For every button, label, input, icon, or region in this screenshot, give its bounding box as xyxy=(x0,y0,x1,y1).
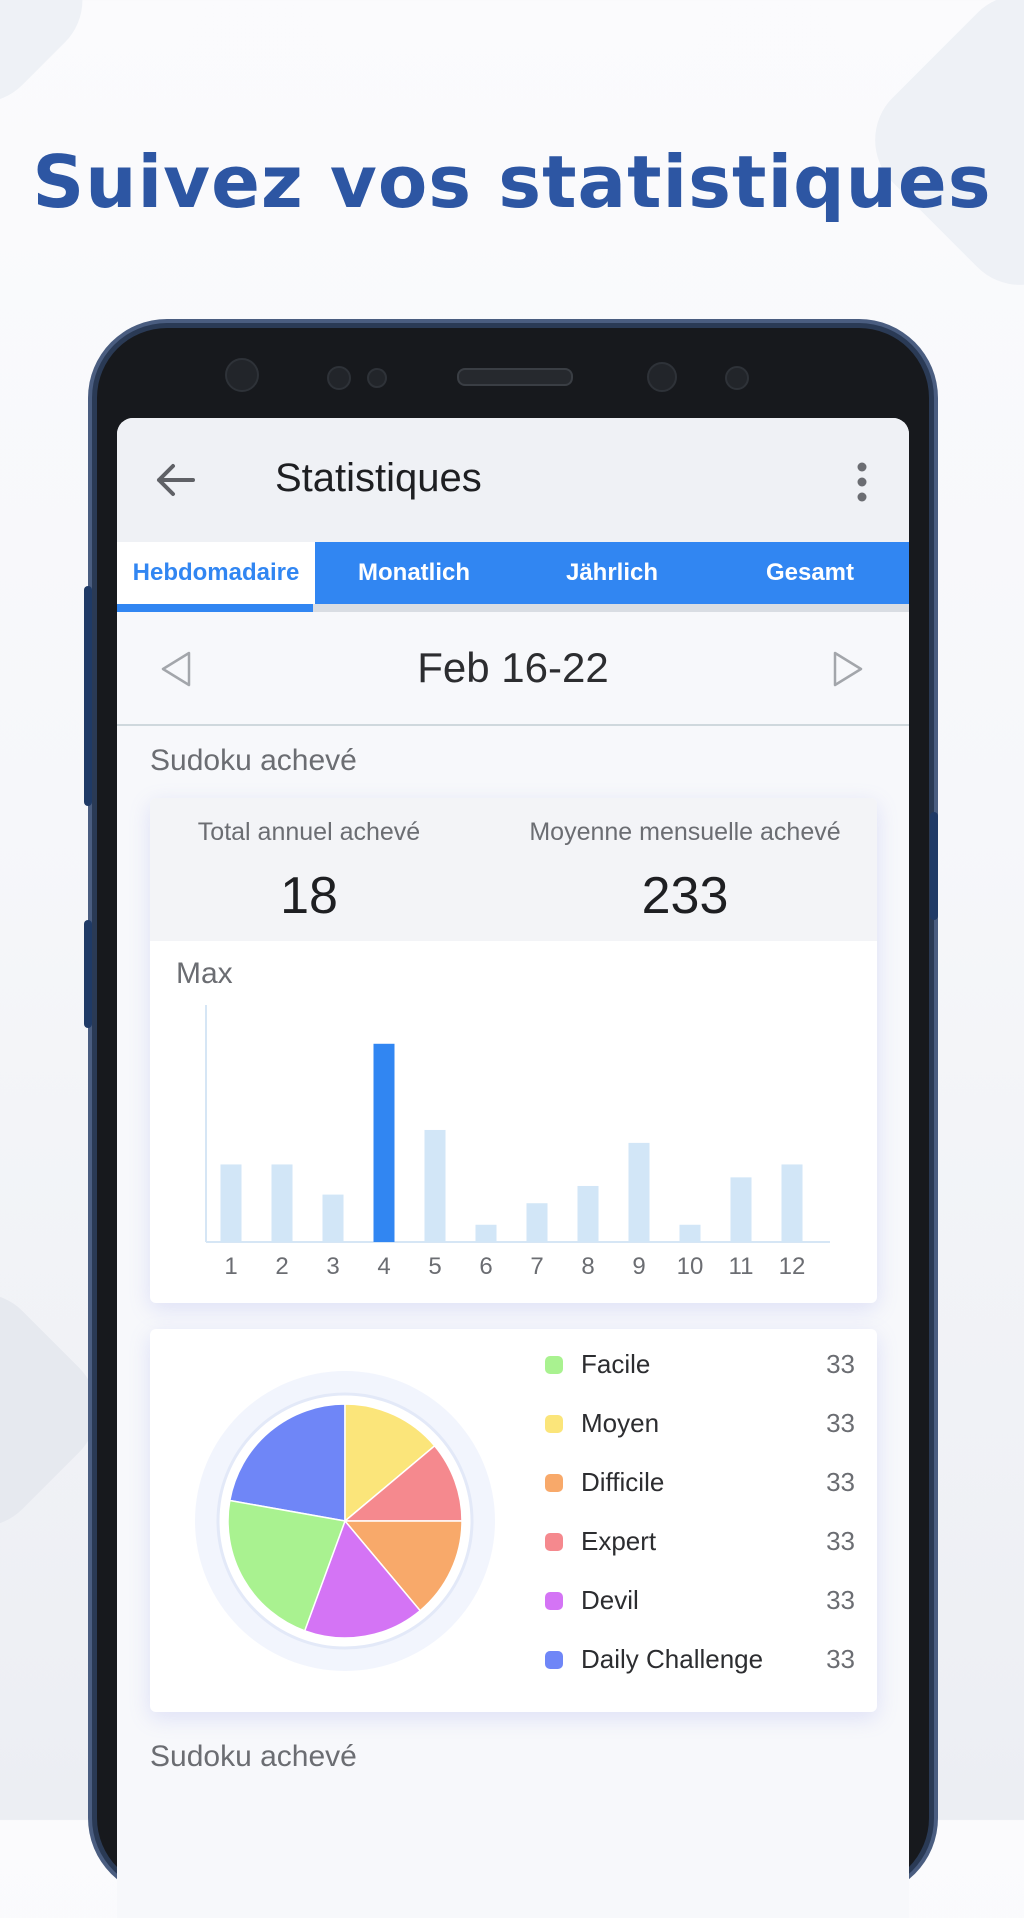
x-tick-label: 4 xyxy=(377,1253,390,1280)
tab-yearly[interactable]: Jährlich xyxy=(513,542,711,604)
pie-chart xyxy=(195,1371,495,1671)
bar-3 xyxy=(322,1194,344,1242)
x-tick-label: 9 xyxy=(632,1253,645,1280)
legend-item: Difficile 33 xyxy=(545,1465,855,1505)
bar-6 xyxy=(475,1224,497,1242)
x-tick-label: 6 xyxy=(479,1253,492,1280)
phone-sensor xyxy=(327,366,351,390)
legend-item: Daily Challenge 33 xyxy=(545,1642,855,1682)
phone-camera xyxy=(225,358,259,392)
legend-swatch xyxy=(545,1651,563,1669)
page-title: Statistiques xyxy=(275,456,482,500)
legend-swatch xyxy=(545,1356,563,1374)
phone-sensor xyxy=(367,368,387,388)
x-tick-label: 12 xyxy=(779,1253,806,1280)
legend-item: Devil 33 xyxy=(545,1583,855,1623)
x-tick-label: 11 xyxy=(729,1253,754,1280)
tab-weekly[interactable]: Hebdomadaire xyxy=(117,542,315,604)
phone-side-button xyxy=(930,812,938,920)
legend-swatch xyxy=(545,1415,563,1433)
phone-side-button xyxy=(84,586,92,806)
phone-frame: Statistiques Hebdomadaire Monatlich Jähr… xyxy=(84,328,938,1918)
phone-side-button xyxy=(84,920,92,1028)
section-title: Sudoku achevé xyxy=(150,744,357,777)
legend-label: Daily Challenge xyxy=(581,1644,764,1674)
bar-5 xyxy=(424,1129,446,1242)
legend-label: Expert xyxy=(581,1526,657,1556)
bar-7 xyxy=(526,1203,548,1242)
legend-item: Moyen 33 xyxy=(545,1406,855,1446)
x-tick-label: 10 xyxy=(677,1253,704,1280)
x-tick-label: 7 xyxy=(530,1253,543,1280)
bar-12 xyxy=(781,1164,803,1242)
active-tab-indicator xyxy=(117,604,313,612)
legend-label: Devil xyxy=(581,1585,639,1615)
back-arrow-icon[interactable] xyxy=(153,458,197,502)
legend-swatch xyxy=(545,1474,563,1492)
headline: Suivez vos statistiques xyxy=(32,140,992,224)
legend-item: Expert 33 xyxy=(545,1524,855,1564)
tab-monthly[interactable]: Monatlich xyxy=(315,542,513,604)
period-tabs: Hebdomadaire Monatlich Jährlich Gesamt xyxy=(117,542,909,604)
bar-10 xyxy=(679,1224,701,1242)
legend-value: 33 xyxy=(826,1585,855,1615)
next-week-icon[interactable] xyxy=(831,650,865,688)
bar-2 xyxy=(271,1164,293,1242)
pie-chart-card: Facile 33 Moyen 33 Difficile 33 Expert 33 Devil 3… xyxy=(150,1329,877,1712)
x-tick-label: 1 xyxy=(224,1253,237,1280)
legend-swatch xyxy=(545,1592,563,1610)
legend-swatch xyxy=(545,1533,563,1551)
legend-label: Facile xyxy=(581,1349,651,1379)
legend-label: Moyen xyxy=(581,1408,660,1438)
legend-value: 33 xyxy=(826,1526,855,1556)
section-title-secondary: Sudoku achevé xyxy=(150,1740,357,1773)
bar-chart-card: Total annuel achevé 18 Moyenne mensuelle… xyxy=(150,798,877,1303)
x-tick-label: 3 xyxy=(326,1253,339,1280)
tab-total[interactable]: Gesamt xyxy=(711,542,909,604)
legend-value: 33 xyxy=(826,1644,855,1674)
app-screen: Statistiques Hebdomadaire Monatlich Jähr… xyxy=(117,418,909,1918)
app-bar: Statistiques xyxy=(117,418,909,542)
bar-1 xyxy=(220,1164,242,1242)
tab-underline xyxy=(117,604,909,612)
x-tick-label: 2 xyxy=(275,1253,288,1280)
legend-item: Facile 33 xyxy=(545,1347,855,1387)
phone-camera xyxy=(647,362,677,392)
bar-chart: 1 2 3 4 5 6 7 8 9 10 11 12 xyxy=(205,1005,830,1280)
date-range: Feb 16-22 xyxy=(417,644,609,691)
more-vertical-icon[interactable] xyxy=(855,462,869,502)
x-tick-label: 8 xyxy=(581,1253,594,1280)
date-navigator: Feb 16-22 xyxy=(117,612,909,726)
phone-speaker xyxy=(457,368,573,386)
bar-11 xyxy=(730,1177,752,1242)
x-tick-label: 5 xyxy=(428,1253,441,1280)
bar-9 xyxy=(628,1142,650,1242)
bar-4 xyxy=(373,1043,395,1242)
legend-label: Difficile xyxy=(581,1467,665,1497)
legend-value: 33 xyxy=(826,1467,855,1497)
legend-value: 33 xyxy=(826,1349,855,1379)
bar-8 xyxy=(577,1185,599,1242)
legend-value: 33 xyxy=(826,1408,855,1438)
phone-sensor xyxy=(725,366,749,390)
background-shape xyxy=(0,0,108,128)
